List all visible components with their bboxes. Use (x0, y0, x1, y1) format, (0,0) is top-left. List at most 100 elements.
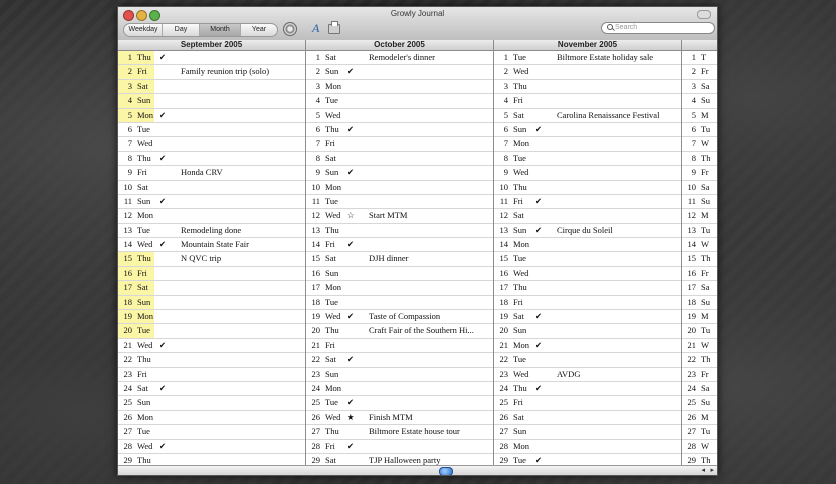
scroll-right-arrow-icon[interactable]: ▸ (710, 466, 714, 475)
day-row[interactable]: 22 Thu (118, 353, 305, 368)
day-row[interactable]: 23 Wed AVDG (494, 368, 681, 382)
day-row[interactable]: 10 Sa (682, 181, 717, 195)
day-row[interactable]: 5 Sat Carolina Renaissance Festival (494, 109, 681, 123)
day-row[interactable]: 8 Tue (494, 152, 681, 167)
day-row[interactable]: 26 Sat (494, 411, 681, 426)
day-row[interactable]: 14 Wed ✔ Mountain State Fair (118, 238, 305, 253)
day-row[interactable]: 7 Wed (118, 137, 305, 152)
day-row[interactable]: 17 Mon (306, 281, 493, 296)
day-row[interactable]: 28 Mon (494, 440, 681, 454)
day-row[interactable]: 24 Sa (682, 382, 717, 397)
view-month-button[interactable]: Month (200, 24, 241, 36)
day-row[interactable]: 27 Tue (118, 425, 305, 440)
day-row[interactable]: 13 Tu (682, 224, 717, 239)
day-row[interactable]: 3 Sa (682, 80, 717, 95)
day-row[interactable]: 8 Sat (306, 152, 493, 167)
day-row[interactable]: 28 Fri ✔ (306, 440, 493, 454)
day-row[interactable]: 23 Fri (118, 368, 305, 382)
day-row[interactable]: 19 Mon (118, 310, 305, 325)
day-row[interactable]: 12 M (682, 209, 717, 224)
toolbar-toggle-button[interactable] (697, 10, 711, 19)
day-row[interactable]: 26 Mon (118, 411, 305, 426)
day-row[interactable]: 6 Tu (682, 123, 717, 138)
day-row[interactable]: 20 Sun (494, 324, 681, 339)
day-row[interactable]: 28 W (682, 440, 717, 454)
day-row[interactable]: 4 Fri (494, 94, 681, 109)
day-row[interactable]: 9 Wed (494, 166, 681, 181)
day-row[interactable]: 3 Mon (306, 80, 493, 95)
day-row[interactable]: 19 M (682, 310, 717, 325)
day-row[interactable]: 27 Tu (682, 425, 717, 440)
day-row[interactable]: 20 Tu (682, 324, 717, 339)
search-field[interactable]: Search (601, 22, 715, 34)
day-row[interactable]: 10 Mon (306, 181, 493, 195)
view-year-button[interactable]: Year (241, 24, 277, 36)
day-row[interactable]: 10 Sat (118, 181, 305, 195)
day-row[interactable]: 11 Fri ✔ (494, 195, 681, 210)
day-row[interactable]: 8 Th (682, 152, 717, 167)
day-row[interactable]: 17 Sa (682, 281, 717, 296)
day-row[interactable]: 15 Sat DJH dinner (306, 252, 493, 267)
day-row[interactable]: 9 Fr (682, 166, 717, 181)
day-row[interactable]: 28 Wed ✔ (118, 440, 305, 454)
day-row[interactable]: 24 Mon (306, 382, 493, 397)
day-row[interactable]: 5 Mon ✔ (118, 108, 305, 123)
day-row[interactable]: 9 Fri Honda CRV (118, 166, 305, 181)
day-row[interactable]: 16 Fri (118, 266, 305, 282)
day-row[interactable]: 18 Su (682, 296, 717, 311)
day-row[interactable]: 11 Su (682, 195, 717, 210)
day-row[interactable]: 18 Tue (306, 296, 493, 311)
day-row[interactable]: 12 Mon (118, 209, 305, 224)
scroll-left-arrow-icon[interactable]: ◂ (701, 466, 705, 475)
day-row[interactable]: 10 Thu (494, 181, 681, 195)
day-row[interactable]: 26 M (682, 411, 717, 426)
day-row[interactable]: 14 Mon (494, 238, 681, 253)
day-row[interactable]: 25 Tue ✔ (306, 396, 493, 411)
day-row[interactable]: 26 Wed ★ Finish MTM (306, 411, 493, 426)
day-row[interactable]: 13 Tue Remodeling done (118, 224, 305, 239)
day-row[interactable]: 25 Fri (494, 396, 681, 411)
day-row[interactable]: 2 Sun ✔ (306, 65, 493, 80)
day-row[interactable]: 21 Wed ✔ (118, 339, 305, 354)
day-row[interactable]: 15 Th (682, 252, 717, 267)
day-row[interactable]: 6 Sun ✔ (494, 123, 681, 138)
day-row[interactable]: 23 Fr (682, 368, 717, 382)
day-row[interactable]: 14 Fri ✔ (306, 238, 493, 253)
print-icon[interactable] (328, 21, 340, 34)
day-row[interactable]: 25 Su (682, 396, 717, 411)
day-row[interactable]: 14 W (682, 238, 717, 253)
view-day-button[interactable]: Day (163, 24, 200, 36)
day-row[interactable]: 24 Sat ✔ (118, 382, 305, 397)
day-row[interactable]: 19 Sat ✔ (494, 310, 681, 325)
day-row[interactable]: 12 Sat (494, 209, 681, 224)
day-row[interactable]: 2 Fri Family reunion trip (solo) (118, 65, 305, 80)
day-row[interactable]: 19 Wed ✔ Taste of Compassion (306, 310, 493, 325)
day-row[interactable]: 17 Thu (494, 281, 681, 296)
day-row[interactable]: 4 Tue (306, 94, 493, 109)
view-weekday-button[interactable]: Weekday (124, 24, 163, 36)
day-row[interactable]: 9 Sun ✔ (306, 166, 493, 181)
day-row[interactable]: 16 Sun (306, 267, 493, 282)
day-row[interactable]: 5M (682, 109, 717, 123)
day-row[interactable]: 3 Thu (494, 80, 681, 95)
day-row[interactable]: 22 Th (682, 353, 717, 368)
day-row[interactable]: 24 Thu ✔ (494, 382, 681, 397)
day-row[interactable]: 7 Fri (306, 137, 493, 152)
day-row[interactable]: 25 Sun (118, 396, 305, 411)
day-row[interactable]: 20 Tue (118, 324, 305, 339)
day-row[interactable]: 7 Mon (494, 137, 681, 152)
day-row[interactable]: 21 Mon ✔ (494, 339, 681, 354)
day-row[interactable]: 1T (682, 51, 717, 66)
day-row[interactable]: 6 Thu ✔ (306, 123, 493, 138)
horizontal-scrollbar[interactable]: ◂ ▸ (118, 465, 717, 475)
day-row[interactable]: 11 Tue (306, 195, 493, 210)
day-row[interactable]: 6 Tue (118, 123, 305, 138)
day-row[interactable]: 3 Sat (118, 79, 305, 95)
day-row[interactable]: 1 Thu ✔ (118, 51, 305, 66)
day-row[interactable]: 15 Thu N QVC trip (118, 252, 305, 267)
day-row[interactable]: 2 Fr (682, 65, 717, 80)
day-row[interactable]: 16 Wed (494, 267, 681, 282)
day-row[interactable]: 11 Sun ✔ (118, 195, 305, 210)
day-row[interactable]: 22 Sat ✔ (306, 353, 493, 368)
day-row[interactable]: 21 W (682, 339, 717, 354)
